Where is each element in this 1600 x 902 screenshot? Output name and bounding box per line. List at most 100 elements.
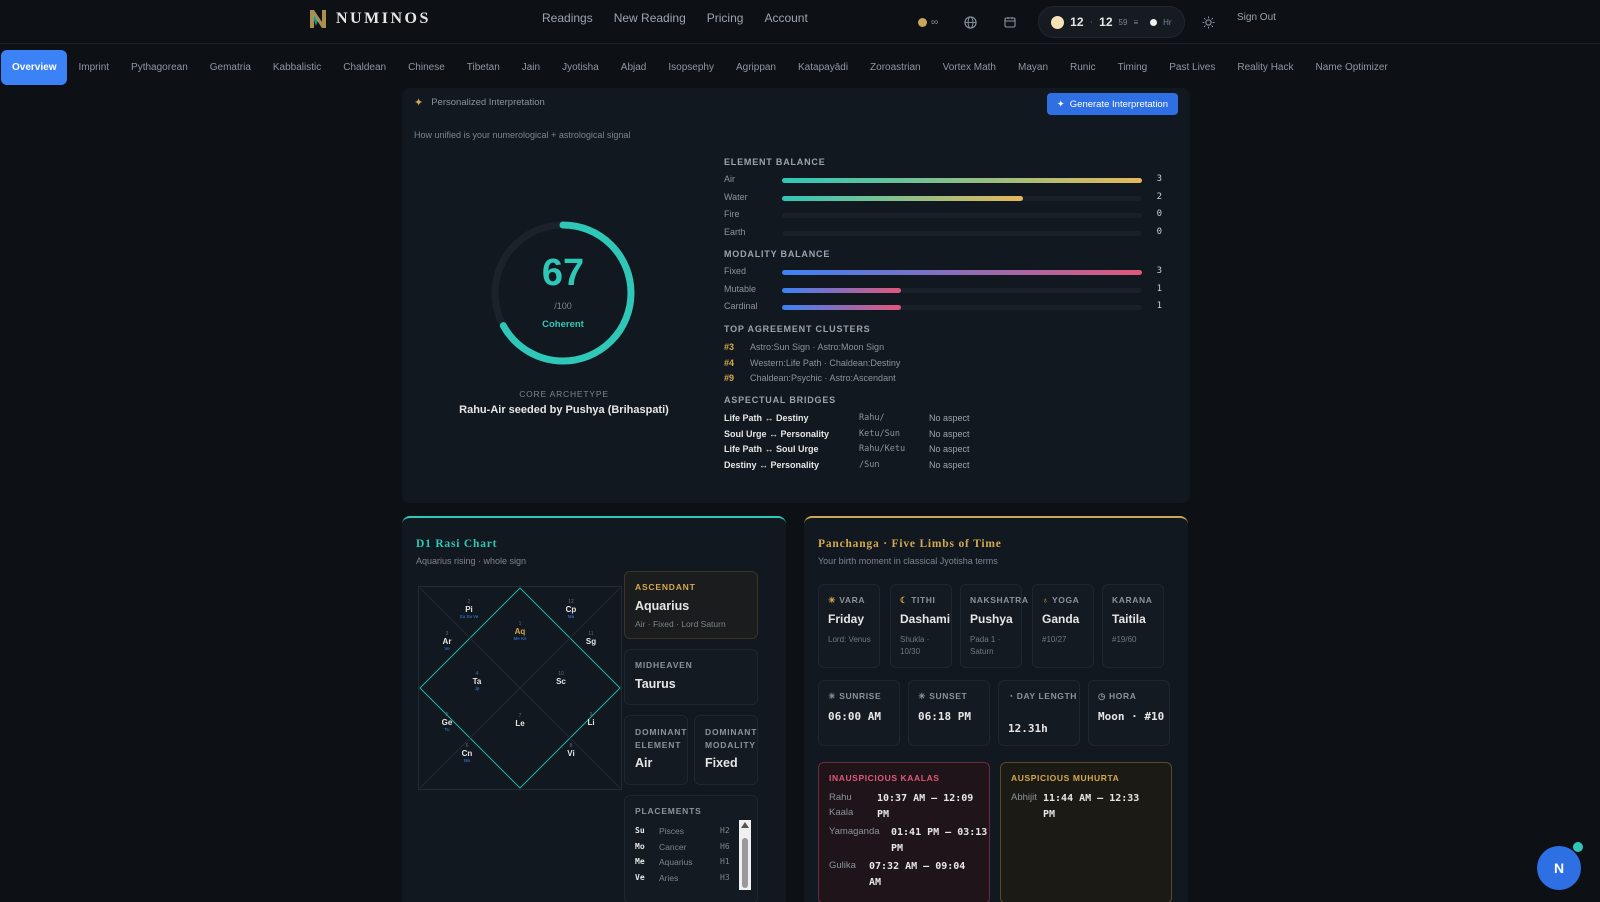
- sign-out-link[interactable]: Sign Out: [1237, 12, 1276, 23]
- rasi-subtitle: Aquarius rising · whole sign: [416, 556, 527, 566]
- moon-icon: ☾: [900, 595, 909, 605]
- tab-pythagorean[interactable]: Pythagorean: [120, 50, 199, 85]
- sun-sunrise: ☀ SUNRISE 06:00 AM: [818, 680, 900, 746]
- element-count: 0: [1156, 226, 1162, 237]
- house-6[interactable]: 6 Cn Mo: [452, 743, 482, 763]
- auspicious-muhurta-box: AUSPICIOUS MUHURTA Abhijit 11:44 AM – 12:…: [1000, 762, 1172, 902]
- tab-abjad[interactable]: Abjad: [610, 50, 658, 85]
- house-3[interactable]: 3 Ar Ve: [432, 631, 462, 651]
- tab-zoroastrian[interactable]: Zoroastrian: [859, 50, 932, 85]
- system-tabs: Overview Imprint Pythagorean Gematria Kabbal…: [0, 49, 1600, 85]
- house-7[interactable]: 7 Le: [505, 713, 535, 728]
- house-5[interactable]: 5 Ge Tu: [432, 712, 462, 732]
- tab-tibetan[interactable]: Tibetan: [456, 50, 511, 85]
- credits-badge[interactable]: ∞: [918, 17, 938, 28]
- tab-runic[interactable]: Runic: [1059, 50, 1107, 85]
- tab-timing[interactable]: Timing: [1107, 50, 1159, 85]
- tab-jain[interactable]: Jain: [511, 50, 551, 85]
- limb-value: Dashami: [900, 612, 951, 626]
- tab-mayan[interactable]: Mayan: [1007, 50, 1059, 85]
- scroll-up-icon[interactable]: [741, 822, 749, 828]
- tab-isopsephy[interactable]: Isopsephy: [657, 50, 725, 85]
- rasi-title: D1 Rasi Chart: [416, 538, 498, 550]
- house-10[interactable]: 10 Sc: [546, 671, 576, 686]
- house-1[interactable]: 1 Aq Me Ke: [505, 621, 535, 641]
- planetary-clock[interactable]: 12 · 12 59 ≡ Hr: [1038, 6, 1185, 38]
- house-planets: Ma: [567, 614, 575, 619]
- limb-caption: NAKSHATRA: [970, 595, 1029, 605]
- numinos-assistant-icon: N: [1553, 860, 1565, 876]
- panchanga-subtitle: Your birth moment in classical Jyotisha …: [818, 556, 998, 566]
- house-11[interactable]: 11 Sg: [576, 631, 606, 646]
- calendar-button[interactable]: [996, 8, 1024, 36]
- placement-planet: Su: [635, 826, 645, 835]
- nav-account[interactable]: Account: [764, 11, 807, 25]
- sun-sunset: ☀ SUNSET 06:18 PM: [908, 680, 990, 746]
- tab-name-optimizer[interactable]: Name Optimizer: [1305, 50, 1399, 85]
- tab-vortex-math[interactable]: Vortex Math: [932, 50, 1007, 85]
- sun-theme-icon: [1202, 15, 1215, 29]
- placement-house: H3: [720, 872, 730, 882]
- score-max: /100: [554, 301, 572, 311]
- modality-count: 3: [1156, 266, 1162, 276]
- generate-interpretation-button[interactable]: ✦ Generate Interpretation: [1046, 93, 1178, 115]
- nav-new-reading[interactable]: New Reading: [614, 11, 686, 25]
- ascendant-meta: Air · Fixed · Lord Saturn: [635, 619, 726, 629]
- scroll-thumb[interactable]: [742, 838, 748, 888]
- tab-imprint[interactable]: Imprint: [67, 50, 120, 85]
- kaala-name: Rahu Kaala: [829, 792, 854, 818]
- limb-value: Taitila: [1112, 612, 1146, 626]
- assistant-button[interactable]: N: [1537, 846, 1581, 890]
- nav-pricing[interactable]: Pricing: [707, 11, 744, 25]
- house-12[interactable]: 12 Cp Ma: [556, 599, 586, 619]
- clock-hour: 12: [1070, 15, 1084, 29]
- limb-karana: KARANA Taitila #19/60: [1102, 584, 1164, 668]
- bridge-aspect: No aspect: [929, 459, 970, 470]
- panchanga-card: Panchanga · Five Limbs of Time Your birt…: [804, 516, 1188, 902]
- dominant-modality-box: DOMINANT MODALITY Fixed: [694, 715, 758, 785]
- tab-agrippan[interactable]: Agrippan: [725, 50, 787, 85]
- cluster-text: Astro:Sun Sign · Astro:Moon Sign: [750, 342, 885, 352]
- tab-chinese[interactable]: Chinese: [397, 50, 456, 85]
- element-count: 3: [1156, 174, 1162, 184]
- limb-tithi: ☾ TITHI Dashami Shukla · 10/30: [890, 584, 952, 668]
- bridge-aspect: No aspect: [929, 428, 970, 439]
- placement-planet: Me: [635, 857, 645, 866]
- bridge-planets: Rahu/Ketu: [859, 444, 906, 454]
- tab-chaldean[interactable]: Chaldean: [332, 50, 397, 85]
- sun-value: 12.31h: [1008, 722, 1048, 735]
- tab-past-lives[interactable]: Past Lives: [1158, 50, 1226, 85]
- placements-scrollbar[interactable]: [739, 820, 751, 890]
- element-row: Water 2: [724, 191, 1174, 205]
- sun-icon: [1051, 15, 1065, 29]
- tab-kabbalistic[interactable]: Kabbalistic: [262, 50, 332, 85]
- element-row: Earth 0: [724, 226, 1174, 240]
- theme-toggle[interactable]: [1195, 8, 1223, 36]
- house-2[interactable]: 2 Pi Su Sa Ve: [454, 599, 484, 619]
- bridge-pair: Destiny ↔ Personality: [724, 459, 820, 470]
- tab-reality-hack[interactable]: Reality Hack: [1226, 50, 1304, 85]
- house-9[interactable]: 9 Li: [576, 712, 606, 727]
- rasi-chart-lines: [419, 587, 621, 789]
- brand-logo[interactable]: NUMINOS: [308, 8, 431, 30]
- tab-jyotisha[interactable]: Jyotisha: [551, 50, 610, 85]
- bridge-pair: Soul Urge ↔ Personality: [724, 428, 830, 439]
- tab-gematria[interactable]: Gematria: [199, 50, 262, 85]
- clock-sep: ≡: [1133, 17, 1139, 27]
- tab-katapay-di[interactable]: Katapayādi: [787, 50, 859, 85]
- house-4[interactable]: 4 Ta Jp: [462, 671, 492, 691]
- element-label: Fire: [724, 209, 740, 219]
- house-sign: Sg: [585, 637, 597, 646]
- cluster-text: Western:Life Path · Chaldean:Destiny: [750, 357, 901, 368]
- sun-caption: HORA: [1109, 691, 1137, 701]
- tab-overview[interactable]: Overview: [1, 49, 68, 85]
- nav-readings[interactable]: Readings: [542, 11, 593, 25]
- modality-track: [782, 305, 1142, 310]
- element-label: Water: [724, 191, 748, 202]
- limb-caption: KARANA: [1112, 595, 1153, 605]
- modality-row: Cardinal 1: [724, 300, 1174, 314]
- house-8[interactable]: 8 Vi: [556, 743, 586, 758]
- sun-value: Moon · #10: [1098, 710, 1165, 723]
- limb-yoga: ♁ YOGA Ganda #10/27: [1032, 584, 1094, 668]
- language-button[interactable]: [956, 8, 984, 36]
